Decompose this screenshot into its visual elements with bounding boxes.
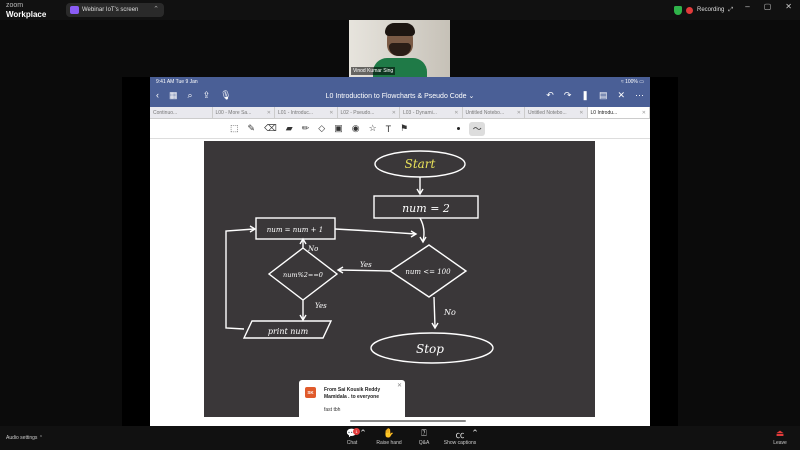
- chevron-down-icon: ⌄: [468, 93, 475, 100]
- close-icon[interactable]: ✕: [397, 382, 402, 389]
- image-icon[interactable]: ▣: [334, 123, 343, 134]
- label-incr: num = num + 1: [267, 226, 323, 234]
- notes-nav-bar: ‹ ▦ ⌕ ⇪ 🎙 L0 Introduction to Flowcharts …: [150, 86, 650, 107]
- leave-door-icon: ⏏: [775, 428, 785, 438]
- hand-icon: ✋: [383, 428, 395, 438]
- label-init: num = 2: [402, 202, 450, 215]
- screen-share-pill[interactable]: Webinar IoT's screen ⌃: [66, 3, 164, 17]
- loop-back-line: [225, 228, 255, 330]
- expand-icon[interactable]: ⤢: [728, 7, 733, 14]
- highlighter-icon[interactable]: ▰: [286, 123, 293, 134]
- ios-battery: ≈ 100% ▭: [620, 78, 644, 85]
- chevron-up-icon: ⌃: [359, 428, 367, 438]
- tab-close-icon: ✕: [579, 109, 584, 116]
- chat-sender: From Sai Kousik Reddy Mamidala . to ever…: [324, 387, 381, 400]
- chat-message: fast tbh: [324, 407, 341, 413]
- label-stop: Stop: [416, 342, 444, 356]
- meeting-controls-bar: Audio settings ⌃ 💬 1 Chat ⌃ ✋ Raise hand …: [0, 426, 800, 450]
- redo-icon[interactable]: ↷: [564, 90, 572, 101]
- sticker-icon[interactable]: ☆: [369, 123, 377, 134]
- label-cond1: num <= 100: [405, 268, 451, 276]
- raise-hand-button[interactable]: ✋ Raise hand: [369, 428, 409, 446]
- text-icon[interactable]: T: [386, 124, 392, 134]
- minimize-icon[interactable]: –: [745, 2, 749, 11]
- share-screen-icon: [70, 6, 79, 14]
- flowchart-canvas[interactable]: Start num = 2 num <= 100 num%2==0 num = …: [204, 141, 595, 417]
- tab-close-icon: ✕: [454, 109, 459, 116]
- stroke-width-selector[interactable]: 〜: [469, 121, 486, 136]
- leave-button[interactable]: ⏏ Leave: [760, 428, 800, 446]
- color-dot[interactable]: [457, 127, 461, 130]
- sender-avatar: SK: [305, 387, 316, 398]
- tab-l03[interactable]: L03 - Dynami... ✕: [400, 107, 463, 118]
- battery-icon: ▭: [639, 78, 644, 85]
- zoom-top-bar: zoom Workplace Webinar IoT's screen ⌃ Re…: [0, 0, 800, 20]
- notebook-tabs: Continuo... L00 - More Sa... ✕ L01 - Intr…: [150, 107, 650, 119]
- label-no-1: No: [307, 245, 318, 253]
- flowchart-drawing: Start num = 2 num <= 100 num%2==0 num = …: [225, 150, 494, 364]
- pen-icon[interactable]: ✎: [248, 123, 256, 134]
- label-yes-1: Yes: [360, 261, 372, 269]
- tab-l00[interactable]: L00 - More Sa... ✕: [213, 107, 275, 118]
- tab-close-icon: ✕: [516, 109, 521, 116]
- arrow-yes-branch: [338, 269, 391, 272]
- zoom-brand: zoom Workplace: [6, 2, 46, 19]
- wifi-icon: ≈: [620, 78, 624, 85]
- ios-time: 9:41 AM Tue 9 Jan: [156, 78, 198, 85]
- captions-options-chevron[interactable]: ⌃: [468, 428, 482, 440]
- chat-notification[interactable]: SK From Sai Kousik Reddy Mamidala . to e…: [299, 380, 405, 422]
- qa-button[interactable]: ⍰ Q&A: [404, 428, 444, 446]
- arrow-cond1-stop: [433, 296, 436, 328]
- shield-icon: [674, 5, 682, 15]
- label-cond2: num%2==0: [283, 271, 323, 279]
- arrow-incr-cond: [334, 228, 417, 235]
- tab-l02[interactable]: L02 - Pseudo... ✕: [338, 107, 400, 118]
- participant-video[interactable]: Vinod Kumar Sing: [349, 20, 450, 77]
- tab-untitled-1[interactable]: Untitled Notebo... ✕: [463, 107, 525, 118]
- laser-pointer-icon[interactable]: ⚑: [400, 123, 408, 134]
- brand-workplace: Workplace: [6, 10, 47, 19]
- bookmark-icon[interactable]: ❚: [581, 90, 589, 101]
- tab-continuous[interactable]: Continuo...: [150, 107, 213, 118]
- label-print: print num: [268, 327, 309, 336]
- tab-close-icon: ✕: [329, 109, 334, 116]
- tab-close-icon: ✕: [391, 109, 396, 116]
- recording-label: Recording: [697, 7, 725, 13]
- label-start: Start: [405, 157, 436, 171]
- participant-name: Vinod Kumar Sing: [351, 67, 396, 75]
- tab-l01[interactable]: L01 - Introduc... ✕: [275, 107, 338, 118]
- close-window-icon[interactable]: ✕: [785, 2, 792, 11]
- brand-zoom: zoom: [6, 2, 24, 9]
- pencil-icon[interactable]: ✏: [302, 123, 310, 134]
- recording-indicator[interactable]: Recording ⤢: [674, 3, 733, 17]
- close-doc-icon[interactable]: ✕: [617, 90, 625, 101]
- tab-close-icon: ✕: [266, 109, 271, 116]
- chevron-up-icon: ⌃: [38, 435, 44, 441]
- share-label: Webinar IoT's screen: [82, 7, 139, 13]
- record-dot-icon: [686, 6, 693, 14]
- tab-close-icon: ✕: [641, 109, 646, 116]
- qa-icon: ⍰: [421, 428, 427, 438]
- lasso-icon[interactable]: ⬚: [230, 123, 239, 134]
- close-share-view-icon[interactable]: ⌃: [153, 3, 159, 17]
- label-yes-2: Yes: [315, 302, 327, 310]
- undo-icon[interactable]: ↶: [546, 90, 554, 101]
- eraser-icon[interactable]: ⌫: [264, 123, 277, 134]
- audio-settings-button[interactable]: Audio settings ⌃: [6, 435, 43, 441]
- drawing-toolbar: ⬚ ✎ ⌫ ▰ ✏ ◇ ▣ ◉ ☆ T ⚑ 〜: [150, 119, 650, 139]
- chat-options-chevron[interactable]: ⌃: [356, 428, 370, 440]
- window-controls: – ▢ ✕: [745, 2, 792, 11]
- tab-untitled-2[interactable]: Untitled Notebo... ✕: [525, 107, 588, 118]
- shared-ipad-screen: 9:41 AM Tue 9 Jan ≈ 100% ▭ ‹ ▦ ⌕ ⇪ 🎙 L0 …: [150, 77, 650, 426]
- maximize-icon[interactable]: ▢: [764, 2, 772, 11]
- shapes-icon[interactable]: ◇: [318, 123, 325, 134]
- horizontal-scrollbar[interactable]: [350, 420, 466, 422]
- tab-l0-intro[interactable]: L0 Introdu... ✕: [587, 107, 650, 118]
- chevron-up-icon: ⌃: [471, 428, 479, 438]
- camera-icon[interactable]: ◉: [352, 123, 360, 134]
- label-no-2: No: [443, 308, 456, 317]
- ios-status-bar: 9:41 AM Tue 9 Jan ≈ 100% ▭: [150, 77, 650, 86]
- more-icon[interactable]: ⋯: [635, 90, 644, 101]
- page-icon[interactable]: ▤: [599, 90, 608, 101]
